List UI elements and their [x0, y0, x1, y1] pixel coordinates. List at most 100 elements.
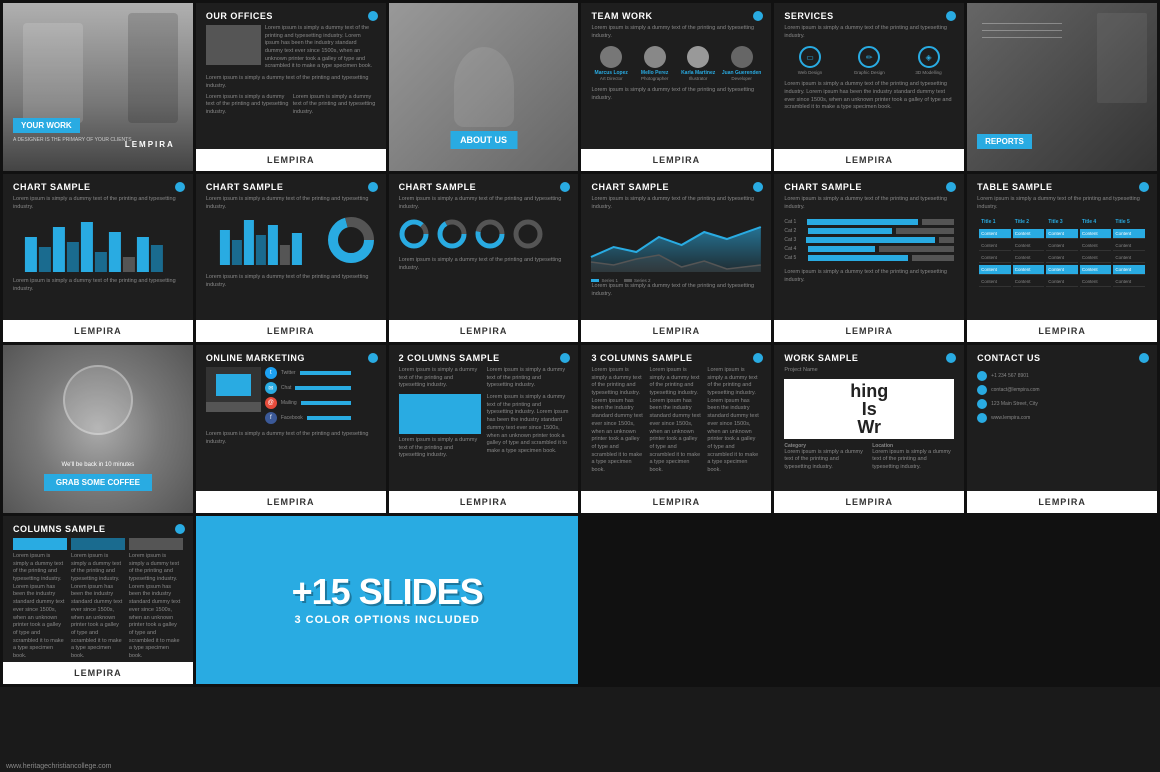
table-cell: Content [979, 241, 1011, 251]
grab-coffee-badge: GRAB SOME COFFEE [44, 474, 152, 491]
slide-3-columns: 3 COLUMNS SAMPLE Lorem ipsum is simply a… [581, 345, 771, 513]
blue-dot-18 [1139, 353, 1149, 363]
table-cell: Content [1013, 277, 1045, 287]
table-cell: Content [1113, 253, 1145, 263]
slide-columns-sample: COLUMNS SAMPLE Lorem ipsum is simply a d… [3, 516, 193, 684]
table-cell: Content [1046, 265, 1078, 275]
services-icons: ▭ Web Design ✏ Graphic Design ◈ 3D Model… [784, 46, 954, 75]
slide-your-work: YOUR WORK A DESIGNER IS THE PRIMARY OF Y… [3, 3, 193, 171]
table-cell: Content [1113, 241, 1145, 251]
slide-footer-8: LEMPIRA [196, 320, 386, 342]
project-label: Project Name [784, 367, 954, 375]
table-cell: Content [1013, 253, 1045, 263]
chart-4-title: CHART SAMPLE [591, 182, 761, 192]
web-design-service: ▭ Web Design [784, 46, 835, 75]
laptop-img [206, 367, 261, 412]
about-badge: ABOUT US [450, 131, 517, 149]
blue-dot-19 [175, 524, 185, 534]
cs-icon-a [13, 538, 67, 550]
mailing-label: Mailing [281, 400, 297, 406]
donut-chart [326, 215, 376, 270]
phone-text: +1 234 567 8901 [991, 373, 1029, 379]
marketing-text: Lorem ipsum is simply a dummy text of th… [206, 431, 376, 446]
slide-footer-4: LEMPIRA [581, 149, 771, 171]
table-cell: Content [1080, 253, 1112, 263]
table-cell: Content [979, 229, 1011, 239]
table-cell: Content [1046, 241, 1078, 251]
table-cell: Content [1113, 265, 1145, 275]
chart-2-text-2: Lorem ipsum is simply a dummy text of th… [206, 274, 376, 289]
table-cell: Content [1013, 241, 1045, 251]
col-2: Lorem ipsum is simply a dummy text of th… [487, 367, 569, 460]
chart-3-text: Lorem ipsum is simply a dummy text of th… [399, 196, 569, 211]
chart-5-text: Lorem ipsum is simply a dummy text of th… [784, 196, 954, 211]
twitter-row: t Twitter [265, 367, 351, 379]
chart-2-title: CHART SAMPLE [206, 182, 376, 192]
3d-service: ◈ 3D Modelling [903, 46, 954, 75]
email-icon [977, 385, 987, 395]
slide-footer-10: LEMPIRA [581, 320, 771, 342]
chart-1-text: Lorem ipsum is simply a dummy text of th… [13, 196, 183, 211]
cs-col-a: Lorem ipsum is simply a dummy text of th… [13, 538, 67, 661]
slide-footer-12: LEMPIRA [967, 320, 1157, 342]
slide-chart-5: CHART SAMPLE Lorem ipsum is simply a dum… [774, 174, 964, 342]
blue-dot-8 [368, 182, 378, 192]
facebook-icon: f [265, 412, 277, 424]
table-row: Content Content Content Content Content [979, 241, 1145, 251]
coffee-overlay: We'll be back in 10 minutes GRAB SOME CO… [3, 462, 193, 491]
table-cell: Content [1080, 265, 1112, 275]
col-2-content: Lorem ipsum is simply a dummy text of th… [487, 394, 569, 456]
blue-dot [368, 11, 378, 21]
team-member-1: Marcus Lopez Art Director [591, 46, 630, 81]
mailing-row: @ Mailing [265, 397, 351, 409]
your-work-badge: YOUR WORK [13, 118, 80, 133]
table-cell: Content [1080, 229, 1112, 239]
chat-label: Chat [281, 385, 292, 391]
table-row: Content Content Content Content Content [979, 277, 1145, 287]
bar-chart-1 [13, 217, 183, 272]
contact-web: www.lempira.com [977, 413, 1147, 423]
slide-footer-15: LEMPIRA [389, 491, 579, 513]
pen-icon: ✏ [866, 53, 873, 62]
col-title-1: Title 1 [979, 217, 1011, 227]
facebook-bar [307, 416, 351, 420]
facebook-label: Facebook [281, 415, 303, 421]
chart-1-text-2: Lorem ipsum is simply a dummy text of th… [13, 278, 183, 293]
services-text-2: Lorem ipsum is simply a dummy text of th… [784, 81, 954, 112]
chart-2-container [206, 215, 376, 270]
slide-our-offices: OUR OFFICES Lorem ipsum is simply a dumm… [196, 3, 386, 171]
slide-coffee: We'll be back in 10 minutes GRAB SOME CO… [3, 345, 193, 513]
2col-title: 2 COLUMNS SAMPLE [399, 353, 569, 363]
address-text: 123 Main Street, City [991, 401, 1038, 407]
services-title: SERVICES [784, 11, 954, 21]
office-col2: Lorem ipsum is simply a dummy text of th… [293, 94, 376, 117]
slide-footer-18: LEMPIRA [967, 491, 1157, 513]
work-sample-img: NothingIsWrong [784, 379, 954, 439]
contact-address: 123 Main Street, City [977, 399, 1147, 409]
chart-4-text: Lorem ipsum is simply a dummy text of th… [591, 196, 761, 211]
col-b: Lorem ipsum is simply a dummy text of th… [649, 367, 703, 475]
col-title-3: Title 3 [1046, 217, 1078, 227]
office-text: Lorem ipsum is simply a dummy text of th… [265, 25, 376, 71]
col-title-4: Title 4 [1080, 217, 1112, 227]
area-chart [591, 217, 761, 272]
table-cell: Content [1113, 277, 1145, 287]
chart-1-title: CHART SAMPLE [13, 182, 183, 192]
web-icon [977, 413, 987, 423]
slide-footer-11: LEMPIRA [774, 320, 964, 342]
col-c: Lorem ipsum is simply a dummy text of th… [707, 367, 761, 475]
slide-footer-5: LEMPIRA [774, 149, 964, 171]
blue-dot-12 [1139, 182, 1149, 192]
team-member-4: Juan Guerenden Developer [722, 46, 761, 81]
table-cell: Content [1080, 277, 1112, 287]
team-member-3: Karla Martinez Illustrator [678, 46, 717, 81]
our-offices-title: OUR OFFICES [206, 11, 376, 21]
table-row: Content Content Content Content Content [979, 253, 1145, 263]
services-text: Lorem ipsum is simply a dummy text of th… [784, 25, 954, 40]
office-img [206, 25, 261, 65]
col-title-5: Title 5 [1113, 217, 1145, 227]
table-text: Lorem ipsum is simply a dummy text of th… [977, 196, 1147, 211]
slide-2-columns: 2 COLUMNS SAMPLE Lorem ipsum is simply a… [389, 345, 579, 513]
mail-icon: @ [265, 397, 277, 409]
web-text: www.lempira.com [991, 415, 1030, 421]
